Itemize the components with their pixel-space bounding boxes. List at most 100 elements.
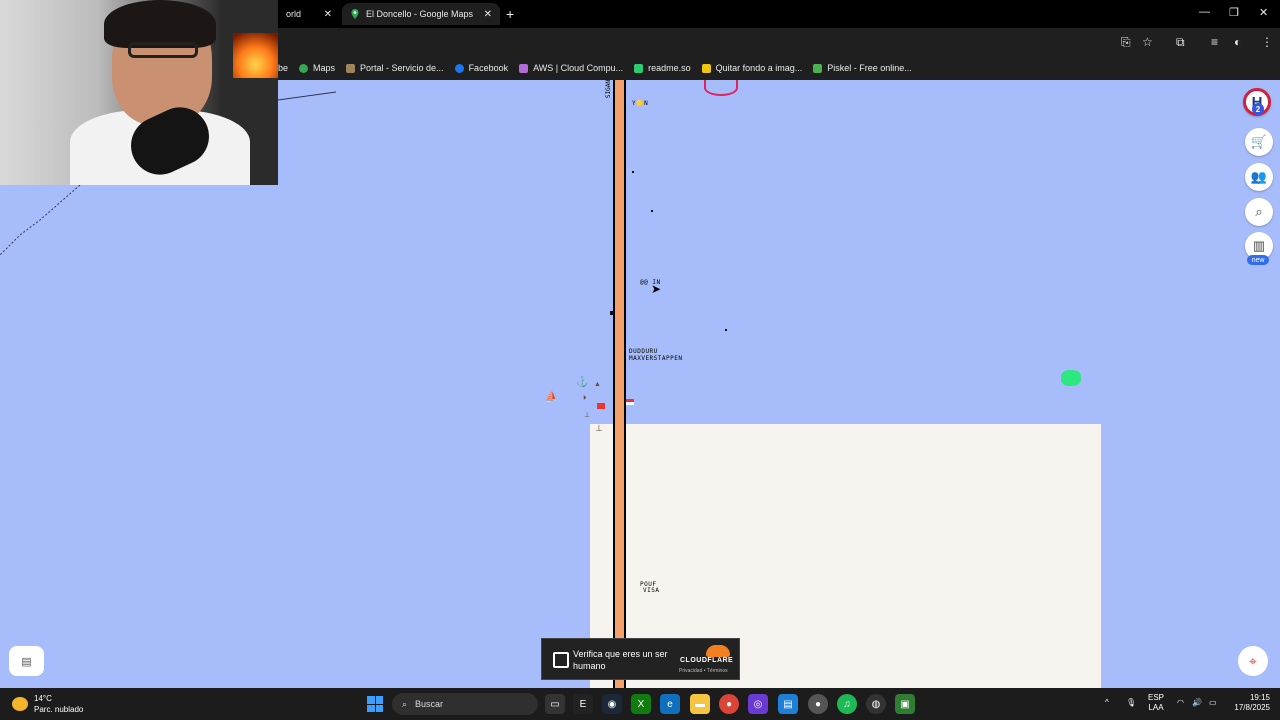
profile-icon[interactable]: ◐ xyxy=(1234,35,1241,49)
readme-icon xyxy=(634,63,644,73)
flag-icon xyxy=(597,403,605,409)
close-icon[interactable]: ✕ xyxy=(324,9,332,20)
weather-widget[interactable]: 14°C Parc. nublado xyxy=(12,693,83,715)
tab-world[interactable]: orld ✕ xyxy=(270,3,340,25)
bookmark-maps[interactable]: Maps xyxy=(299,63,335,73)
task-view-icon[interactable]: ▭ xyxy=(545,694,565,714)
steam-icon[interactable]: ◉ xyxy=(602,694,622,714)
road-strip xyxy=(613,80,626,688)
obs-icon[interactable]: ◍ xyxy=(866,694,886,714)
boat-icon: ⛵ xyxy=(545,392,558,403)
edge-icon[interactable]: e xyxy=(660,694,680,714)
pixel-dot xyxy=(610,311,614,315)
pixel-dot xyxy=(725,329,727,331)
taskbar-search[interactable]: ⌕ Buscar xyxy=(392,693,538,715)
facebook-icon xyxy=(454,63,464,73)
microphone-icon[interactable]: 🎙 xyxy=(1126,698,1136,708)
pixel-dot xyxy=(651,210,653,212)
streamer-hair xyxy=(104,0,216,48)
pixel-text-bottom2: VISA xyxy=(643,587,660,594)
weather-desc: Parc. nublado xyxy=(34,705,84,714)
green-blob-drawing xyxy=(1061,370,1081,386)
layers-button[interactable]: ▤ xyxy=(9,646,44,676)
layers-icon: ▤ xyxy=(21,655,32,668)
extensions-icon[interactable]: ⧉ xyxy=(1176,35,1185,50)
cloudflare-turnstile: Verifica que eres un ser humano CLOUDFLA… xyxy=(541,638,740,680)
star-icon[interactable]: ☆ xyxy=(1142,35,1153,49)
media-queue-icon[interactable]: ≡ xyxy=(1211,35,1218,49)
language-indicator[interactable]: ESP LAA xyxy=(1148,693,1164,713)
maps-pin-icon xyxy=(299,63,309,73)
volume-icon[interactable]: 🔊 xyxy=(1192,698,1202,708)
anchor-icon: ⚓ xyxy=(576,377,589,388)
close-icon[interactable]: ✕ xyxy=(484,9,492,20)
new-tab-button[interactable]: + xyxy=(506,6,514,22)
bookmark-readme[interactable]: readme.so xyxy=(634,63,691,73)
pixel-text-player1: DUDDURU xyxy=(629,348,658,355)
piskel-icon xyxy=(813,63,823,73)
vertical-text: SIGAN xyxy=(605,80,612,99)
cart-icon[interactable]: 🛒 xyxy=(1245,128,1273,156)
pink-heart-drawing xyxy=(704,80,738,96)
human-verify-checkbox[interactable] xyxy=(553,652,569,668)
minimize-icon[interactable]: — xyxy=(1199,6,1210,18)
battery-icon[interactable]: ▭ xyxy=(1209,698,1217,708)
tab-label: orld xyxy=(286,9,302,19)
new-badge: new xyxy=(1247,255,1269,265)
flag-icon xyxy=(626,399,634,405)
bookmark-remove-bg[interactable]: Quitar fondo a imag... xyxy=(701,63,802,73)
clock[interactable]: 19:15 17/8/2025 xyxy=(1228,693,1270,713)
chrome-active-icon[interactable]: ● xyxy=(808,694,828,714)
fireplace-screen xyxy=(233,33,278,78)
search-placeholder: Buscar xyxy=(415,699,444,709)
bookmark-piskel[interactable]: Piskel - Free online... xyxy=(813,63,912,73)
xbox-icon[interactable]: X xyxy=(631,694,651,714)
search-globe-icon[interactable]: ⌕ xyxy=(1245,198,1273,226)
locate-button[interactable]: ⌖ xyxy=(1238,646,1268,676)
bookmark-aws[interactable]: AWS | Cloud Compu... xyxy=(519,63,623,73)
search-icon: ⌕ xyxy=(402,698,408,709)
image-icon xyxy=(701,63,711,73)
close-window-icon[interactable]: ✕ xyxy=(1259,6,1268,19)
app-icon[interactable]: ◎ xyxy=(748,694,768,714)
cloudflare-brand: CLOUDFLARE xyxy=(680,657,734,664)
weather-temp: 14°C xyxy=(34,694,52,703)
verify-prompt: Verifica que eres un ser humano xyxy=(573,649,668,671)
aws-icon xyxy=(519,63,529,73)
wifi-icon[interactable]: ◠ xyxy=(1177,698,1184,708)
pixel-text-player2: MAXVERSTAPPEN xyxy=(629,355,683,362)
boat-icon: ⏵ xyxy=(583,395,587,402)
bookmark-portal[interactable]: Portal - Servicio de... xyxy=(346,63,444,73)
menu-kebab-icon[interactable]: ⋮ xyxy=(1261,35,1273,49)
bookmark-be[interactable]: be xyxy=(278,63,288,73)
restore-icon[interactable]: ❐ xyxy=(1229,6,1239,19)
privacy-terms-links[interactable]: Privacidad • Términos xyxy=(679,668,728,674)
crosshair-icon: ⌖ xyxy=(1249,652,1257,669)
app-icon[interactable]: ▣ xyxy=(895,694,915,714)
install-app-icon[interactable]: ⎘ xyxy=(1121,35,1131,50)
portal-icon xyxy=(346,63,356,73)
epic-games-icon[interactable]: E xyxy=(573,694,593,714)
notification-badge: 2 xyxy=(1252,103,1264,115)
boat-icon: ▲ xyxy=(594,381,601,388)
boat-icon: ⊥ xyxy=(595,423,603,433)
webcam-overlay xyxy=(0,0,278,185)
boat-icon: ⊥ xyxy=(584,412,591,419)
file-explorer-icon[interactable]: ▬ xyxy=(690,694,710,714)
spotify-icon[interactable]: ♫ xyxy=(837,694,857,714)
chevron-up-icon[interactable]: ^ xyxy=(1105,698,1109,708)
tab-label: El Doncello - Google Maps xyxy=(366,9,474,19)
notepad-icon[interactable]: ▤ xyxy=(778,694,798,714)
streamer-glasses xyxy=(128,42,198,58)
mouse-cursor-icon: ➤ xyxy=(651,282,662,296)
bookmark-facebook[interactable]: Facebook xyxy=(454,63,508,73)
wplace-logo-icon[interactable]: H 2 xyxy=(1243,88,1271,116)
tab-google-maps[interactable]: El Doncello - Google Maps ✕ xyxy=(342,3,500,25)
windows-start-icon[interactable] xyxy=(367,696,383,712)
people-icon[interactable]: 👥 xyxy=(1245,163,1273,191)
chrome-icon[interactable]: ● xyxy=(719,694,739,714)
pixel-dot xyxy=(632,171,634,173)
partly-cloudy-icon xyxy=(12,697,28,711)
pixel-text-top: Y🟡N xyxy=(632,100,649,107)
maps-pin-icon xyxy=(350,9,360,19)
